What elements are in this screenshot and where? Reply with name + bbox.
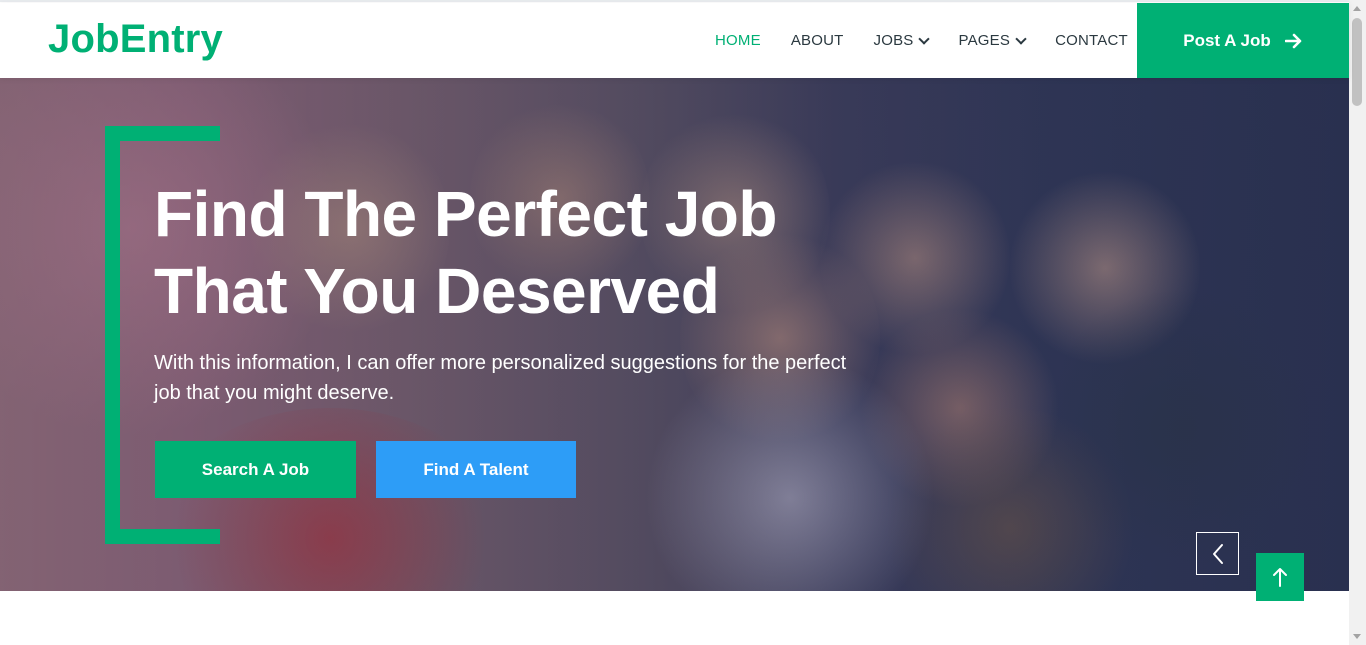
page-scrollbar[interactable] bbox=[1349, 0, 1366, 645]
page: JobEntry HOME ABOUT JOBS PAGES CONTACT P… bbox=[0, 0, 1366, 645]
nav-item-label: CONTACT bbox=[1055, 32, 1128, 49]
search-job-button[interactable]: Search A Job bbox=[155, 441, 356, 498]
scrollbar-thumb[interactable] bbox=[1352, 18, 1362, 106]
carousel-prev-button[interactable] bbox=[1196, 532, 1239, 575]
nav-item-jobs[interactable]: JOBS bbox=[873, 32, 931, 49]
chevron-down-icon bbox=[1015, 32, 1027, 45]
scroll-down-icon[interactable] bbox=[1353, 634, 1361, 639]
hero-title-line2: That You Deserved bbox=[154, 255, 720, 327]
hero-title-line1: Find The Perfect Job bbox=[154, 178, 777, 250]
nav-item-contact[interactable]: CONTACT bbox=[1055, 32, 1128, 49]
hero-carousel: Find The Perfect Job That You Deserved W… bbox=[0, 78, 1349, 591]
hero-description: With this information, I can offer more … bbox=[154, 352, 847, 404]
post-job-label: Post A Job bbox=[1183, 30, 1271, 50]
nav-item-pages[interactable]: PAGES bbox=[958, 32, 1027, 49]
nav-item-label: ABOUT bbox=[790, 32, 844, 49]
nav-item-home[interactable]: HOME bbox=[715, 32, 761, 49]
hero-overlay bbox=[0, 78, 1349, 591]
arrow-right-icon bbox=[1284, 33, 1302, 48]
navbar: JobEntry HOME ABOUT JOBS PAGES CONTACT P… bbox=[0, 3, 1349, 78]
top-border bbox=[0, 0, 1349, 2]
nav-item-about[interactable]: ABOUT bbox=[791, 32, 844, 49]
back-to-top-button[interactable] bbox=[1256, 553, 1304, 601]
nav-item-label: PAGES bbox=[958, 32, 1011, 49]
nav-links: HOME ABOUT JOBS PAGES CONTACT bbox=[700, 3, 1143, 78]
nav-item-label: HOME bbox=[715, 32, 761, 49]
chevron-left-icon bbox=[1212, 543, 1223, 564]
chevron-down-icon bbox=[918, 32, 931, 45]
nav-item-label: JOBS bbox=[873, 32, 914, 49]
hero-title: Find The Perfect Job That You Deserved bbox=[154, 176, 874, 330]
post-job-button[interactable]: Post A Job bbox=[1137, 3, 1349, 78]
scroll-up-icon[interactable] bbox=[1353, 6, 1361, 11]
brand-logo[interactable]: JobEntry bbox=[48, 17, 223, 62]
arrow-up-icon bbox=[1273, 568, 1287, 587]
find-talent-button[interactable]: Find A Talent bbox=[376, 441, 576, 498]
